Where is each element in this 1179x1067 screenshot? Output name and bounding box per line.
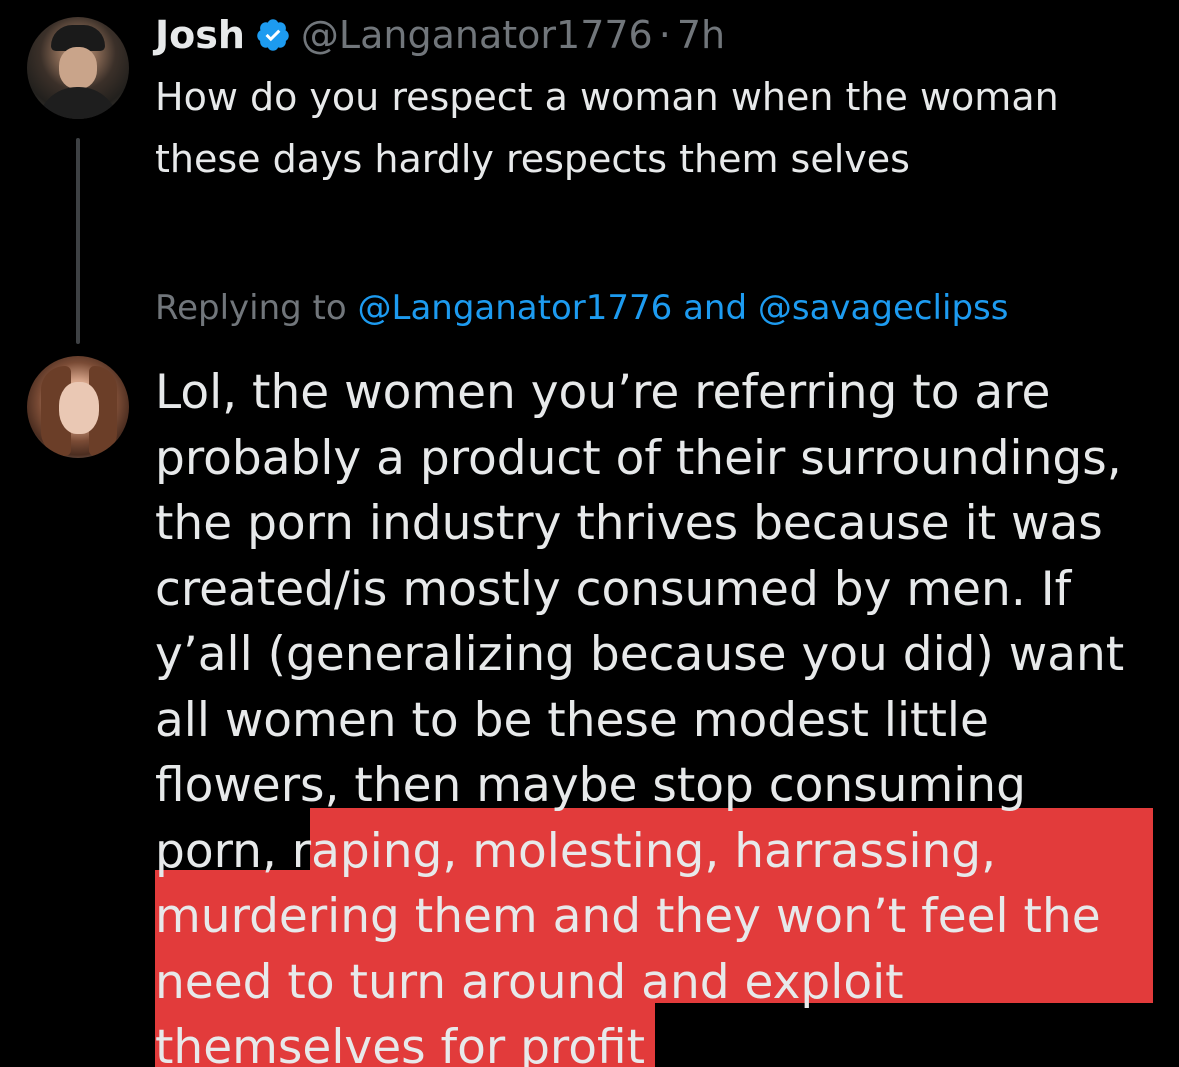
tweet-thread-screenshot: Josh @Langanator1776 · 7h How do you res…	[0, 0, 1179, 1067]
author-display-name[interactable]: Josh	[155, 13, 245, 57]
reply-line: murdering them and they won’t feel the	[155, 889, 1101, 944]
parent-tweet-text: How do you respect a woman when the woma…	[155, 66, 1155, 190]
replying-to-prefix: Replying to	[155, 288, 347, 328]
reply-line: need to turn around and exploit	[155, 954, 904, 1010]
mention-link[interactable]: @Langanator1776	[358, 288, 673, 328]
replying-to-context: Replying to @Langanator1776 and @savagec…	[155, 283, 1008, 333]
parent-tweet-line: these days hardly respects them selves	[155, 137, 910, 181]
reply-line: all women to be these modest little	[155, 692, 989, 748]
reply-author-avatar[interactable]	[27, 356, 129, 458]
parent-tweet-line: How do you respect a woman when the woma…	[155, 75, 1059, 119]
reply-line: themselves for profit	[155, 1020, 646, 1067]
thread-connector-line	[76, 138, 80, 344]
tweet-timestamp[interactable]: 7h	[677, 13, 725, 57]
reply-tweet-text: Lol, the women you’re referring to are p…	[155, 360, 1165, 1067]
reply-line: Lol, the women you’re referring to are	[155, 365, 1051, 420]
author-handle[interactable]: @Langanator1776	[301, 13, 653, 57]
reply-line: the porn industry thrives because it was	[155, 496, 1103, 551]
header-separator: ·	[658, 13, 671, 57]
verified-badge-icon	[257, 19, 289, 51]
reply-line: flowers, then maybe stop consuming	[155, 758, 1026, 813]
author-avatar[interactable]	[27, 17, 129, 119]
reply-line: created/is mostly consumed by men. If	[155, 561, 1072, 617]
reply-line: y’all (generalizing because you did) wan…	[155, 627, 1125, 682]
reply-line: porn, raping, molesting, harrassing,	[155, 823, 997, 879]
replying-to-conjunction: and	[683, 288, 748, 328]
mention-link[interactable]: @savageclipss	[758, 288, 1009, 328]
tweet-header: Josh @Langanator1776 · 7h	[155, 8, 725, 62]
reply-line: probably a product of their surroundings…	[155, 430, 1122, 486]
